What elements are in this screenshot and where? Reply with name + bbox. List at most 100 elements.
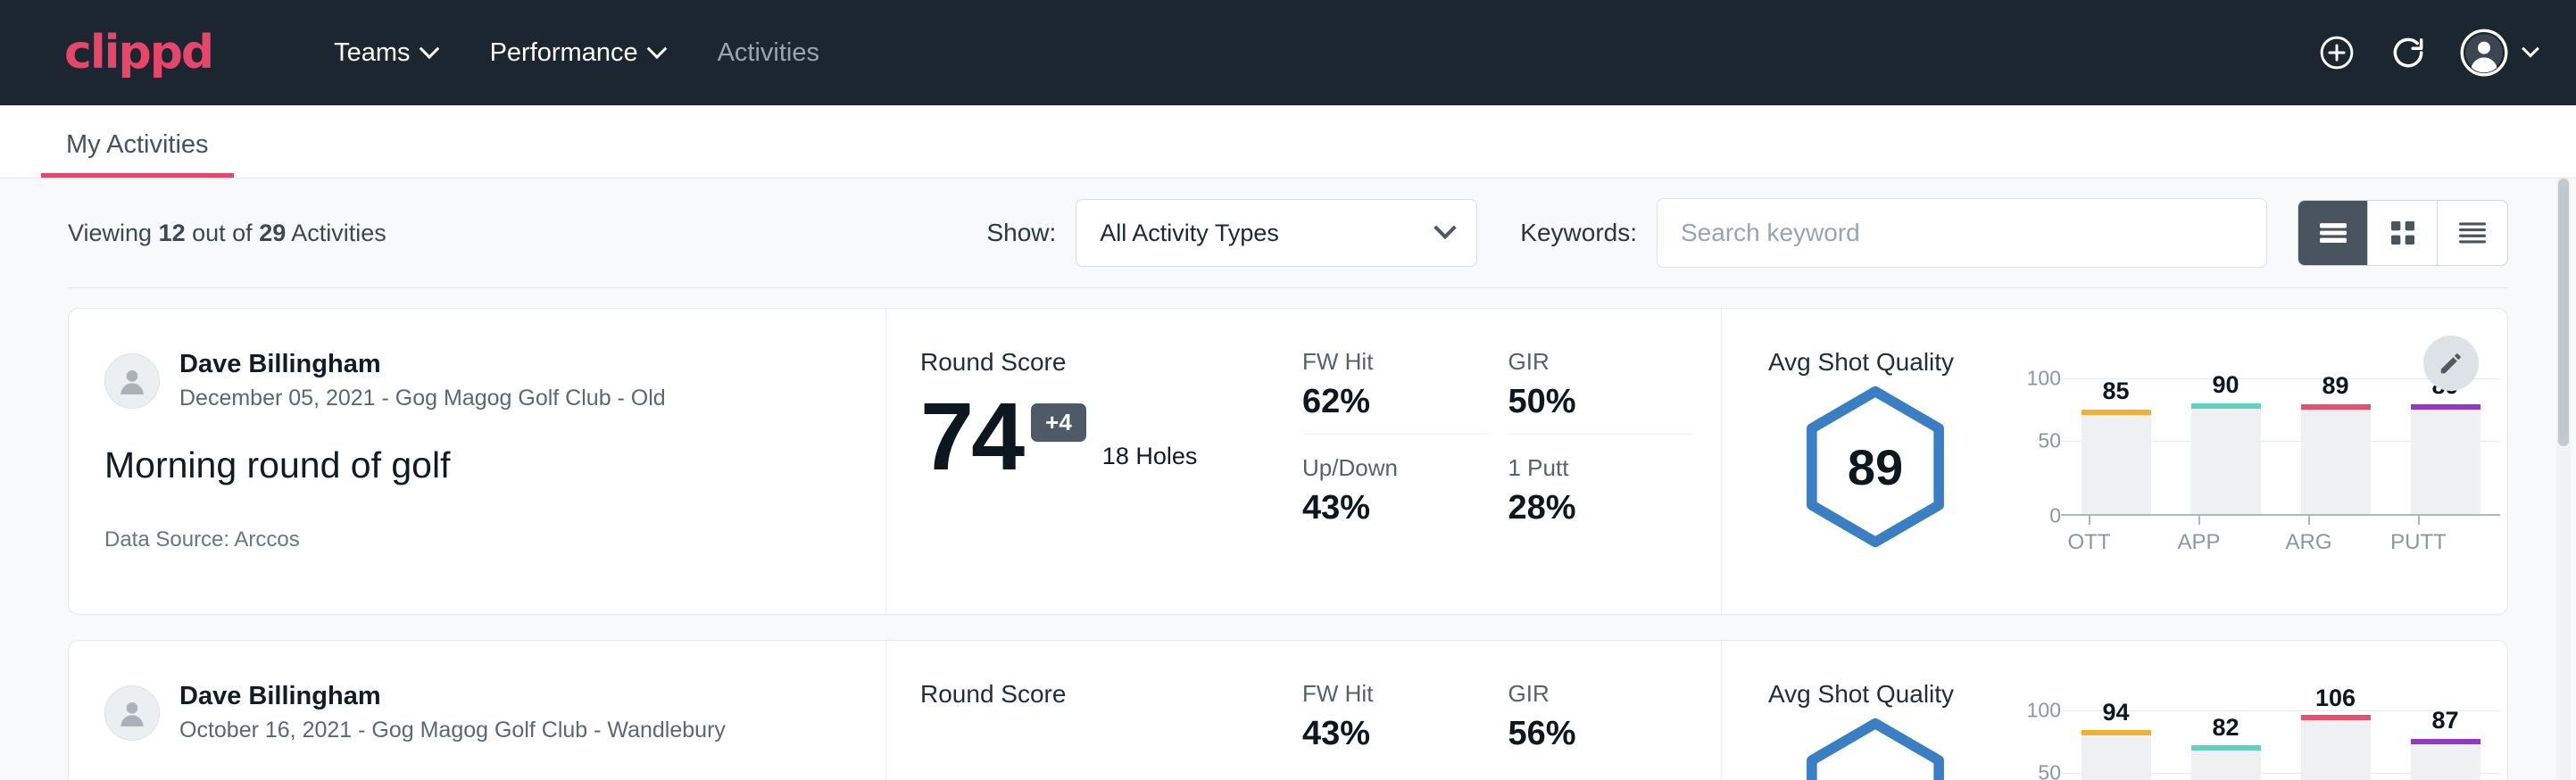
- keywords-label: Keywords:: [1520, 219, 1637, 247]
- y-tick-100: 100: [2027, 367, 2061, 391]
- x-tick-putt: PUTT: [2384, 516, 2454, 555]
- stat-fw-hit: FW Hit 62%: [1302, 348, 1489, 435]
- shot-quality-chart-plot: 100 50 0 94: [2009, 710, 2500, 780]
- round-score-row: 74 +4 18 Holes: [920, 391, 1302, 483]
- grid-view-button[interactable]: [2368, 201, 2438, 265]
- bar-ott-value: 94: [2082, 699, 2151, 726]
- top-navigation-bar: clippd Teams Performance Activities: [0, 0, 2576, 105]
- stat-fw-hit-value: 43%: [1302, 715, 1489, 753]
- chevron-down-icon: [1434, 217, 1457, 239]
- tick-mark: [2308, 516, 2310, 525]
- viewing-shown-count: 12: [159, 220, 186, 246]
- avg-shot-quality-column: Avg Shot Quality 89 100: [1722, 309, 2507, 614]
- quality-hexagon: 89: [1800, 386, 1950, 548]
- stat-fw-hit-value: 62%: [1302, 383, 1489, 421]
- chevron-down-icon: [419, 38, 439, 59]
- activity-list: Dave Billingham December 05, 2021 - Gog …: [41, 288, 2535, 780]
- nav-actions: [2317, 29, 2537, 77]
- tab-my-activities[interactable]: My Activities: [41, 130, 234, 178]
- stat-fw-hit-label: FW Hit: [1302, 680, 1489, 708]
- edit-activity-button[interactable]: [2423, 336, 2479, 391]
- x-label-arg: ARG: [2285, 530, 2331, 555]
- avg-shot-quality-body: 89 100 50 0: [1768, 378, 2507, 555]
- stat-gir-value: 56%: [1508, 715, 1695, 753]
- bar-putt-cap: [2411, 404, 2480, 410]
- filter-toolbar: Viewing 12 out of 29 Activities Show: Al…: [41, 178, 2535, 287]
- stat-gir: GIR 56%: [1508, 680, 1695, 766]
- x-label-ott: OTT: [2068, 530, 2111, 555]
- toolbar-controls: Show: All Activity Types Keywords:: [986, 198, 2508, 268]
- refresh-icon[interactable]: [2389, 33, 2428, 72]
- account-avatar[interactable]: [2460, 29, 2537, 77]
- nav-item-performance[interactable]: Performance: [463, 29, 691, 77]
- bar-putt-value: 87: [2411, 707, 2480, 734]
- quality-hexagon: [1800, 718, 1950, 780]
- bar-arg: 89: [2301, 378, 2371, 514]
- chart-x-axis: [2061, 514, 2500, 516]
- y-tick-50: 50: [2038, 761, 2061, 780]
- viewing-count-text: Viewing 12 out of 29 Activities: [68, 220, 386, 247]
- bar-app-cap: [2191, 403, 2261, 409]
- search-input[interactable]: [1681, 219, 2243, 247]
- bar-app-value: 82: [2191, 714, 2261, 742]
- clippd-logo[interactable]: clippd: [64, 29, 212, 76]
- activity-data-source: Data Source: Arccos: [104, 527, 844, 552]
- quality-hexagon-wrap: 89: [1768, 386, 1982, 548]
- activity-user-name: Dave Billingham: [179, 680, 726, 712]
- bar-putt: 87: [2411, 710, 2480, 780]
- activity-user-name: Dave Billingham: [179, 348, 666, 380]
- nav-item-activities[interactable]: Activities: [691, 29, 846, 77]
- compact-view-button[interactable]: [2438, 201, 2507, 265]
- stat-one-putt: 1 Putt 28%: [1508, 454, 1695, 540]
- stat-fw-hit-label: FW Hit: [1302, 348, 1489, 376]
- activity-card[interactable]: Dave Billingham December 05, 2021 - Gog …: [68, 308, 2508, 615]
- viewing-total-count: 29: [259, 220, 286, 246]
- chart-x-labels: OTT APP ARG: [2034, 516, 2473, 555]
- chevron-down-icon: [2522, 40, 2539, 58]
- chart-bars: 85 90: [2061, 378, 2500, 514]
- stat-gir-label: GIR: [1508, 680, 1695, 708]
- search-keyword-box[interactable]: [1657, 198, 2267, 268]
- stat-gir-value: 50%: [1508, 383, 1695, 421]
- stat-one-putt-label: 1 Putt: [1508, 454, 1695, 482]
- page-scrollbar[interactable]: [2556, 178, 2571, 780]
- holes-played: 18 Holes: [1102, 443, 1198, 470]
- activity-info-column: Dave Billingham October 16, 2021 - Gog M…: [69, 641, 886, 780]
- bar-app: 90: [2191, 378, 2261, 514]
- round-score-column: Round Score 74 +4 18 Holes: [886, 309, 1302, 614]
- bar-arg-cap: [2301, 715, 2371, 720]
- activity-type-value: All Activity Types: [1100, 220, 1279, 247]
- bar-ott: 85: [2082, 378, 2151, 514]
- tick-mark: [2198, 516, 2200, 525]
- round-score-value: 74: [920, 391, 1022, 483]
- nav-item-performance-label: Performance: [490, 38, 638, 68]
- scrollbar-thumb[interactable]: [2558, 178, 2569, 446]
- chart-plot-area: 94 82 106: [2061, 710, 2500, 780]
- bar-app-value: 90: [2191, 371, 2261, 399]
- round-stats-column: FW Hit 62% GIR 50% Up/Down 43% 1 Putt 28…: [1302, 309, 1722, 614]
- score-to-par-badge: +4: [1031, 403, 1086, 442]
- bar-arg: 106: [2301, 710, 2371, 780]
- activity-type-select[interactable]: All Activity Types: [1076, 199, 1477, 267]
- bar-ott-value: 85: [2082, 378, 2151, 405]
- avg-shot-quality-body: 100 50 0 94: [1768, 710, 2507, 780]
- bar-ott-cap: [2082, 730, 2151, 735]
- add-icon[interactable]: [2317, 33, 2356, 72]
- activity-meta: December 05, 2021 - Gog Magog Golf Club …: [179, 384, 666, 414]
- activity-card[interactable]: Dave Billingham October 16, 2021 - Gog M…: [68, 640, 2508, 780]
- viewing-suffix: Activities: [286, 220, 386, 246]
- y-tick-100: 100: [2027, 699, 2061, 723]
- avatar: [104, 685, 160, 741]
- bar-arg-value: 106: [2301, 685, 2371, 712]
- x-tick-ott: OTT: [2055, 516, 2124, 555]
- avg-shot-quality-label: Avg Shot Quality: [1768, 348, 2507, 377]
- chart-y-axis: 100 50 0: [2009, 710, 2061, 780]
- chart-y-axis: 100 50 0: [2009, 378, 2061, 516]
- bar-ott-cap: [2082, 410, 2151, 415]
- shot-quality-chart: 100 50 0 94: [1982, 710, 2500, 780]
- stat-gir-label: GIR: [1508, 348, 1695, 376]
- avg-shot-quality-column: Avg Shot Quality 100: [1722, 641, 2507, 780]
- list-view-button[interactable]: [2298, 201, 2368, 265]
- nav-item-teams[interactable]: Teams: [307, 29, 462, 77]
- y-tick-50: 50: [2038, 429, 2061, 453]
